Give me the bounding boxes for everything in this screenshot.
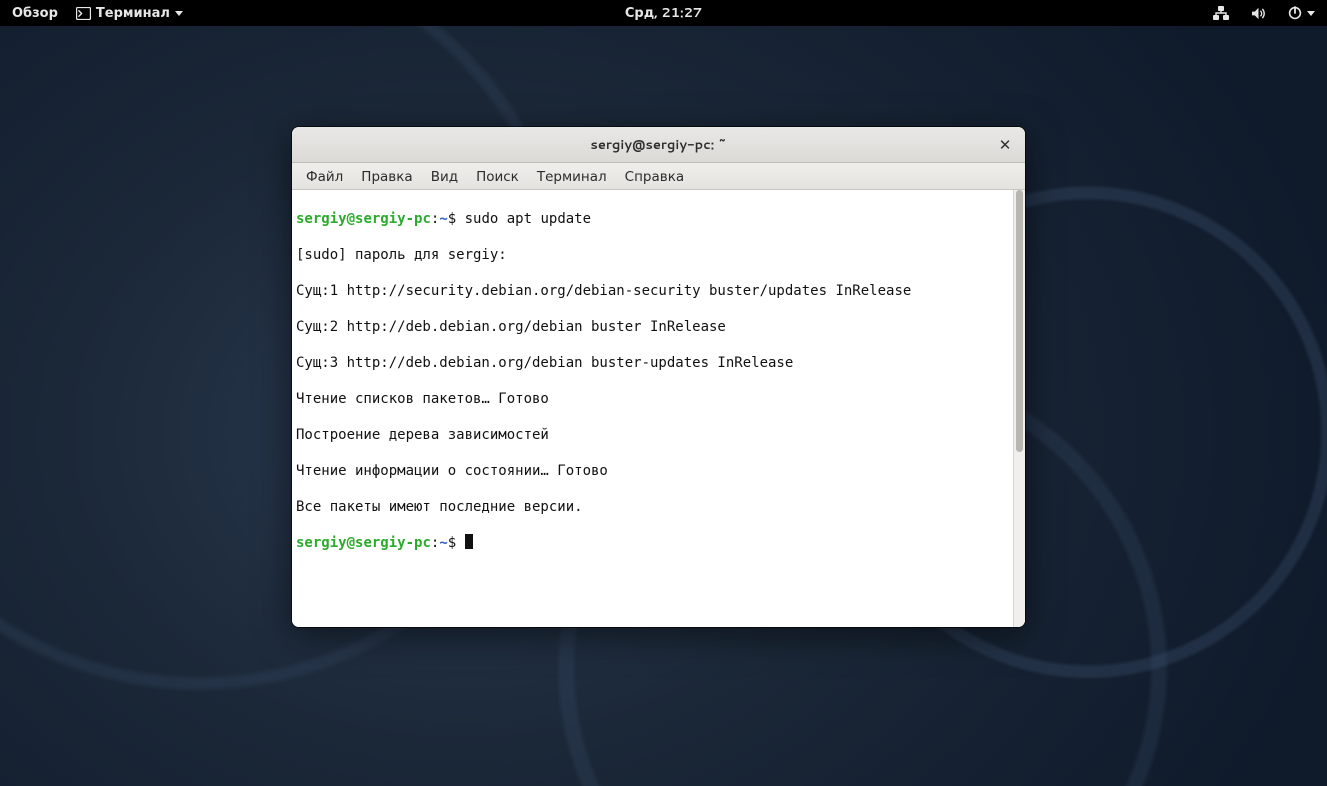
terminal-icon: [76, 7, 91, 20]
volume-indicator[interactable]: [1247, 7, 1270, 20]
prompt-at: @: [347, 211, 355, 227]
prompt-user: sergiy: [296, 535, 347, 551]
window-title: sergiy@sergiy-pc: ~: [590, 136, 726, 154]
command-text: sudo apt update: [465, 211, 591, 227]
menu-view[interactable]: Вид: [423, 165, 466, 188]
prompt-dollar: $: [448, 211, 465, 227]
terminal-window: sergiy@sergiy-pc: ~ ✕ Файл Правка Вид По…: [292, 127, 1025, 627]
prompt-at: @: [347, 535, 355, 551]
terminal-line: Все пакеты имеют последние версии.: [294, 498, 1023, 516]
top-panel: Обзор Терминал Срд, 21:27: [0, 0, 1327, 26]
power-icon: [1288, 6, 1302, 20]
network-indicator[interactable]: [1209, 6, 1233, 20]
clock-label: Срд, 21:27: [625, 4, 702, 22]
terminal-line: sergiy@sergiy-pc:~$: [294, 534, 1023, 552]
activities-button[interactable]: Обзор: [8, 4, 62, 22]
terminal-line: Сущ:2 http://deb.debian.org/debian buste…: [294, 318, 1023, 336]
clock-menu[interactable]: Срд, 21:27: [621, 4, 706, 22]
window-titlebar[interactable]: sergiy@sergiy-pc: ~ ✕: [292, 127, 1025, 163]
volume-icon: [1251, 7, 1266, 20]
terminal-line: sergiy@sergiy-pc:~$ sudo apt update: [294, 210, 1023, 228]
scrollbar-thumb[interactable]: [1016, 190, 1023, 452]
prompt-path: ~: [439, 211, 447, 227]
prompt-path: ~: [439, 535, 447, 551]
chevron-down-icon: [175, 11, 183, 16]
window-close-button[interactable]: ✕: [993, 133, 1017, 157]
menu-file[interactable]: Файл: [298, 165, 351, 188]
terminal-line: [sudo] пароль для sergiy:: [294, 246, 1023, 264]
current-app-label: Терминал: [96, 4, 170, 22]
system-menu[interactable]: [1284, 6, 1319, 20]
prompt-user: sergiy: [296, 211, 347, 227]
menubar: Файл Правка Вид Поиск Терминал Справка: [292, 163, 1025, 190]
terminal-line: Чтение информации о состоянии… Готово: [294, 462, 1023, 480]
prompt-dollar: $: [448, 535, 465, 551]
menu-edit[interactable]: Правка: [353, 165, 420, 188]
terminal-line: Сущ:3 http://deb.debian.org/debian buste…: [294, 354, 1023, 372]
terminal-line: Сущ:1 http://security.debian.org/debian-…: [294, 282, 1023, 300]
prompt-host: sergiy-pc: [355, 535, 431, 551]
menu-help[interactable]: Справка: [617, 165, 692, 188]
menu-terminal[interactable]: Терминал: [529, 165, 615, 188]
close-icon: ✕: [999, 137, 1012, 152]
menu-search[interactable]: Поиск: [468, 165, 527, 188]
activities-label: Обзор: [12, 4, 58, 22]
prompt-host: sergiy-pc: [355, 211, 431, 227]
current-app-menu[interactable]: Терминал: [72, 4, 187, 22]
terminal-line: Построение дерева зависимостей: [294, 426, 1023, 444]
network-wired-icon: [1213, 6, 1229, 20]
terminal-viewport[interactable]: sergiy@sergiy-pc:~$ sudo apt update [sud…: [292, 190, 1025, 627]
scrollbar[interactable]: [1013, 190, 1025, 627]
chevron-down-icon: [1307, 11, 1315, 16]
terminal-cursor: [465, 534, 473, 549]
terminal-line: Чтение списков пакетов… Готово: [294, 390, 1023, 408]
